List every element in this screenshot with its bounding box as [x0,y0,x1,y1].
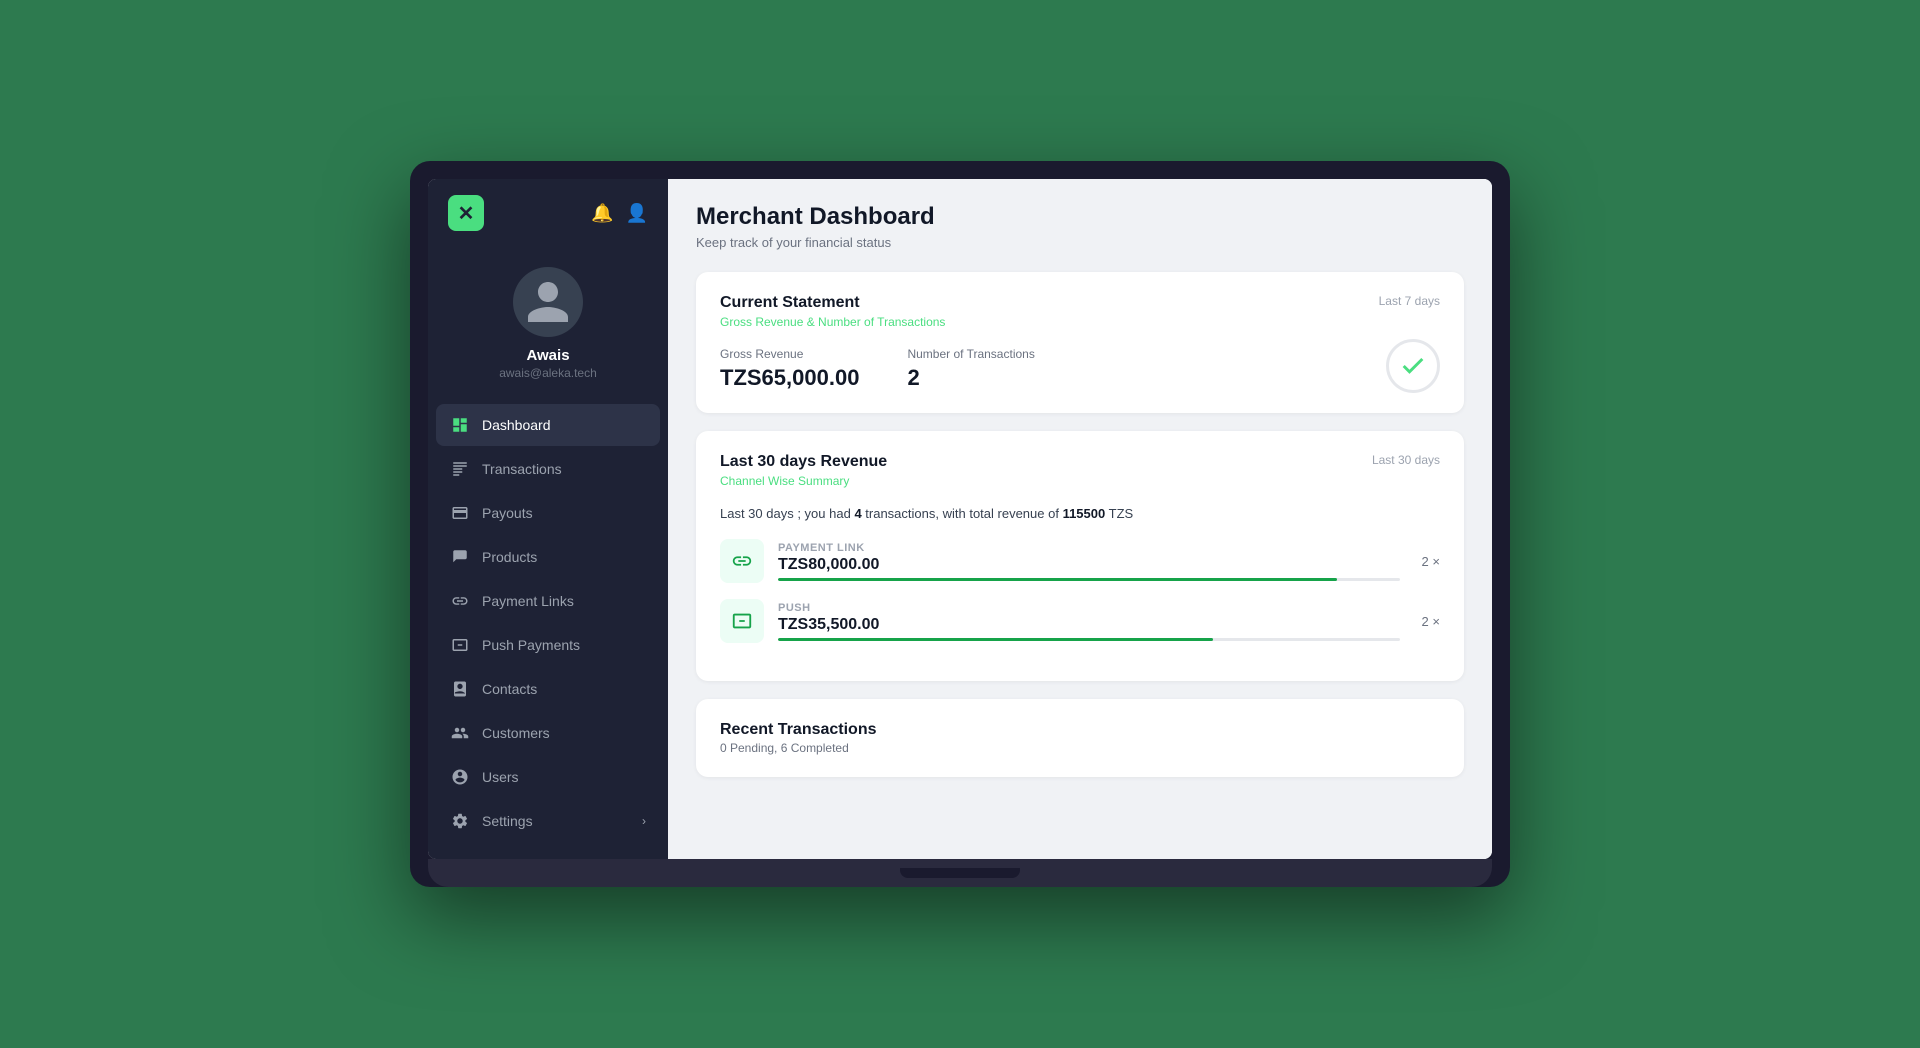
payment-link-channel-info: PAYMENT LINK TZS80,000.00 [778,542,1400,581]
payment-link-bar-bg [778,578,1400,581]
push-label: PUSH [778,602,1400,614]
channel-item-push: PUSH TZS35,500.00 2 × [720,599,1440,643]
sidebar-item-customers[interactable]: Customers [436,712,660,754]
laptop-notch [900,868,1020,878]
contacts-icon [450,679,470,699]
sidebar-item-contacts-label: Contacts [482,681,537,697]
check-circle [1386,339,1440,393]
sidebar-item-transactions[interactable]: Transactions [436,448,660,490]
avatar [513,267,583,337]
payment-link-bar-fill [778,578,1337,581]
transactions-icon [450,459,470,479]
sidebar-item-dashboard[interactable]: Dashboard [436,404,660,446]
sidebar-item-users[interactable]: Users [436,756,660,798]
payment-link-label: PAYMENT LINK [778,542,1400,554]
current-statement-badge: Last 7 days [1379,294,1440,308]
sidebar: ✕ 🔔 👤 Awais awais@aleka.tech [428,179,668,859]
payment-link-icon [731,550,753,572]
recent-transactions-card: Recent Transactions 0 Pending, 6 Complet… [696,699,1464,777]
sidebar-item-transactions-label: Transactions [482,461,562,477]
current-statement-card: Current Statement Gross Revenue & Number… [696,272,1464,413]
sidebar-item-push-payments[interactable]: Push Payments [436,624,660,666]
sidebar-item-payment-links-label: Payment Links [482,593,574,609]
user-name: Awais [526,347,569,364]
sidebar-item-customers-label: Customers [482,725,550,741]
customers-icon [450,723,470,743]
settings-icon [450,811,470,831]
page-subtitle: Keep track of your financial status [696,235,1464,250]
profile-icon[interactable]: 👤 [626,203,648,224]
last30-badge: Last 30 days [1372,453,1440,467]
last30-card: Last 30 days Revenue Channel Wise Summar… [696,431,1464,681]
payment-link-channel-icon [720,539,764,583]
transactions-value: 2 [907,365,1034,391]
checkmark-icon [1399,352,1427,380]
notification-icon[interactable]: 🔔 [591,203,613,224]
current-statement-header: Current Statement Gross Revenue & Number… [720,294,1440,329]
sidebar-item-settings-label: Settings [482,813,533,829]
current-statement-subtitle: Gross Revenue & Number of Transactions [720,315,945,329]
settings-arrow: › [642,814,646,828]
sidebar-item-products[interactable]: Products [436,536,660,578]
payment-link-count: 2 × [1422,554,1440,569]
sidebar-item-dashboard-label: Dashboard [482,417,551,433]
users-icon [450,767,470,787]
push-bar-fill [778,638,1213,641]
last30-header: Last 30 days Revenue Channel Wise Summar… [720,453,1440,488]
sidebar-item-settings[interactable]: Settings › [436,800,660,842]
push-payments-icon [450,635,470,655]
total-revenue-strong: 115500 [1063,506,1106,521]
sidebar-item-products-label: Products [482,549,537,565]
push-amount: TZS35,500.00 [778,616,1400,634]
statement-row: Gross Revenue TZS65,000.00 Number of Tra… [720,347,1440,391]
payouts-icon [450,503,470,523]
last30-header-left: Last 30 days Revenue Channel Wise Summar… [720,453,887,488]
push-channel-info: PUSH TZS35,500.00 [778,602,1400,641]
user-email: awais@aleka.tech [499,366,597,380]
sidebar-item-payouts[interactable]: Payouts [436,492,660,534]
sidebar-item-payment-links[interactable]: Payment Links [436,580,660,622]
user-profile: Awais awais@aleka.tech [428,247,668,404]
main-content: Merchant Dashboard Keep track of your fi… [668,179,1492,859]
gross-revenue-label: Gross Revenue [720,347,859,361]
recent-transactions-subtitle: 0 Pending, 6 Completed [720,741,1440,755]
push-icon [731,610,753,632]
current-statement-header-left: Current Statement Gross Revenue & Number… [720,294,945,329]
push-channel-icon [720,599,764,643]
push-count: 2 × [1422,614,1440,629]
dashboard-icon [450,415,470,435]
last30-title: Last 30 days Revenue [720,453,887,471]
transactions-label: Number of Transactions [907,347,1034,361]
transactions-col: Number of Transactions 2 [907,347,1034,391]
current-statement-title: Current Statement [720,294,945,312]
push-bar-bg [778,638,1400,641]
last30-subtitle: Channel Wise Summary [720,474,887,488]
logo-icon[interactable]: ✕ [448,195,484,231]
channel-item-payment-link: PAYMENT LINK TZS80,000.00 2 × [720,539,1440,583]
sidebar-item-users-label: Users [482,769,519,785]
transaction-count-strong: 4 [854,506,861,521]
recent-transactions-title: Recent Transactions [720,721,1440,739]
gross-revenue-value: TZS65,000.00 [720,365,859,391]
revenue-summary-text: Last 30 days ; you had 4 transactions, w… [720,506,1440,521]
sidebar-item-push-payments-label: Push Payments [482,637,580,653]
payment-links-icon [450,591,470,611]
sidebar-header: ✕ 🔔 👤 [428,179,668,247]
page-title: Merchant Dashboard [696,203,1464,231]
avatar-icon [523,277,573,327]
nav-menu: Dashboard Transactions Payouts [428,404,668,859]
header-icons: 🔔 👤 [591,203,648,224]
payment-link-amount: TZS80,000.00 [778,556,1400,574]
sidebar-item-contacts[interactable]: Contacts [436,668,660,710]
sidebar-item-payouts-label: Payouts [482,505,533,521]
products-icon [450,547,470,567]
gross-revenue-col: Gross Revenue TZS65,000.00 [720,347,859,391]
